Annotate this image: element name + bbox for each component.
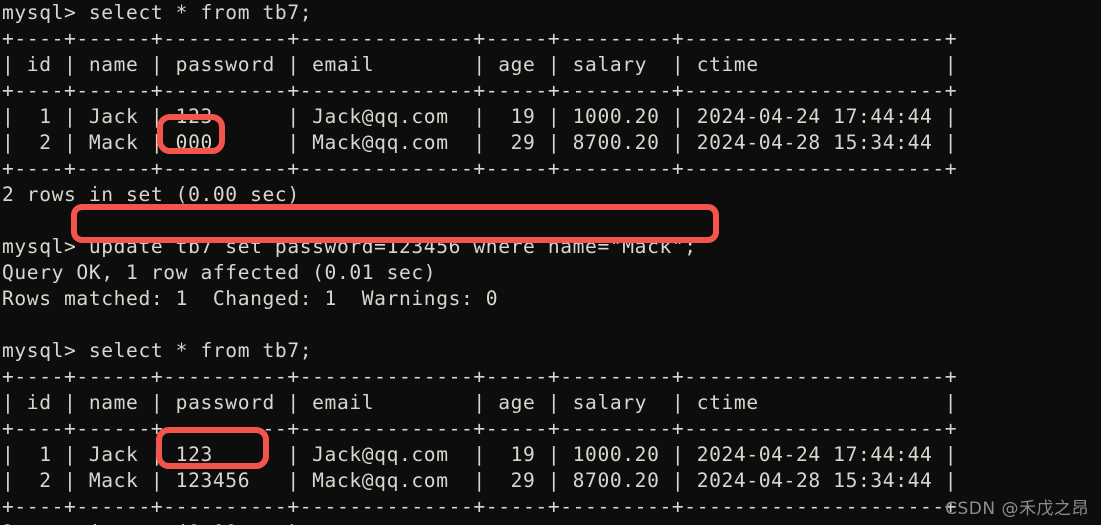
terminal-line: +----+------+----------+--------------+-… [2, 495, 958, 518]
terminal-line: | 2 | Mack | 000 | Mack@qq.com | 29 | 87… [2, 131, 958, 154]
terminal-line: +----+------+----------+--------------+-… [2, 79, 958, 102]
terminal-line: +----+------+----------+--------------+-… [2, 417, 958, 440]
terminal-screenshot: mysql> select * from tb7; +----+------+-… [0, 0, 1101, 525]
terminal-line: +----+------+----------+--------------+-… [2, 27, 958, 50]
terminal-line: | id | name | password | email | age | s… [2, 53, 958, 76]
terminal-line: Rows matched: 1 Changed: 1 Warnings: 0 [2, 287, 499, 310]
terminal-line: 2 rows in set (0.00 sec) [0, 520, 1101, 525]
terminal-line: | 1 | Jack | 123 | Jack@qq.com | 19 | 10… [2, 443, 958, 466]
terminal-line: mysql> select * from tb7; [2, 339, 313, 362]
terminal-line: Query OK, 1 row affected (0.01 sec) [2, 261, 437, 284]
terminal-line: mysql> select * from tb7; [2, 1, 313, 24]
terminal-output: mysql> select * from tb7; +----+------+-… [0, 0, 1101, 525]
csdn-watermark: CSDN @禾戊之昂 [945, 499, 1089, 519]
terminal-line: 2 rows in set (0.00 sec) [2, 183, 300, 206]
terminal-line: | 2 | Mack | 123456 | Mack@qq.com | 29 |… [2, 469, 958, 492]
terminal-line: +----+------+----------+--------------+-… [2, 157, 958, 180]
terminal-line: mysql> update tb7 set password=123456 wh… [2, 235, 697, 258]
terminal-line: | 1 | Jack | 123 | Jack@qq.com | 19 | 10… [2, 105, 958, 128]
terminal-line: | id | name | password | email | age | s… [2, 391, 958, 414]
terminal-line: +----+------+----------+--------------+-… [2, 365, 958, 388]
